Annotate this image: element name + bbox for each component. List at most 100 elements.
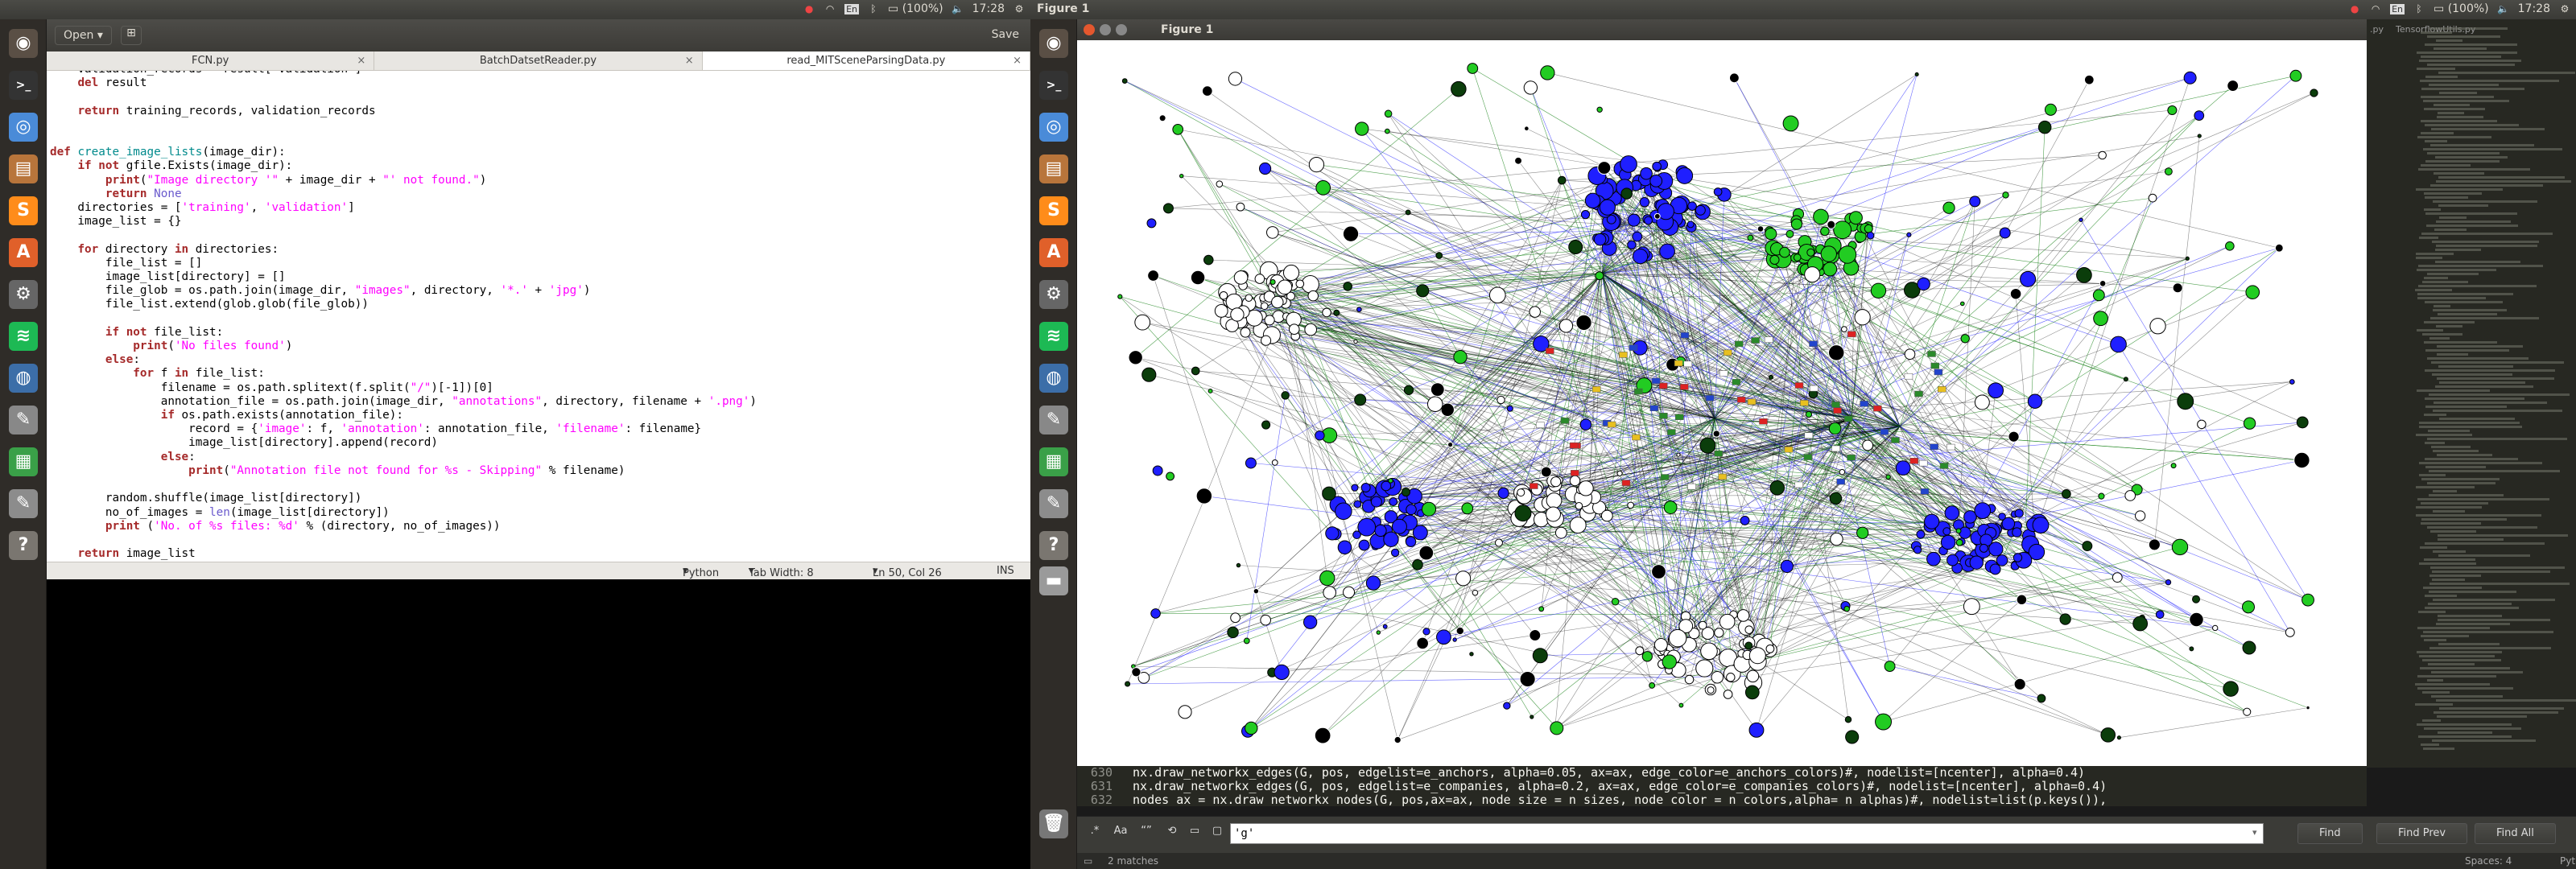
minimize-window-button[interactable] [1100, 24, 1111, 35]
syntax-indicator[interactable]: Python [2560, 855, 2576, 867]
close-window-button[interactable] [1084, 24, 1095, 35]
minimap-line [2418, 60, 2522, 62]
bluetooth-icon[interactable]: ᛒ [867, 2, 880, 15]
minimap-line [2435, 156, 2508, 159]
graph-node [1653, 637, 1668, 652]
launcher-ubuntu-dash-button[interactable]: ◉ [1035, 26, 1072, 61]
minimap-line [2417, 51, 2518, 54]
volume-icon[interactable]: 🔈 [952, 2, 964, 15]
chrome-tray-icon[interactable]: ● [803, 2, 815, 15]
panel-toggle-icon[interactable]: ▭ [1084, 855, 1092, 867]
graph-node [1946, 554, 1959, 566]
regex-toggle[interactable]: .* [1085, 825, 1104, 841]
launcher-help-button[interactable]: ? [5, 528, 42, 563]
launcher-sublime-button[interactable]: S [1035, 193, 1072, 229]
find-prev-button[interactable]: Find Prev [2376, 823, 2468, 844]
case-toggle[interactable]: Aa [1111, 825, 1130, 841]
chrome-tray-icon[interactable]: ● [2348, 2, 2361, 15]
minimap-line [2418, 611, 2446, 613]
sublime-code-lines[interactable]: 630 nx.draw_networkx_edges(G, pos, edgel… [1077, 766, 2367, 806]
maximize-window-button[interactable] [1116, 24, 1127, 35]
wrap-toggle[interactable]: ⟲ [1162, 825, 1182, 841]
launcher-editor-button[interactable]: ✎ [1035, 402, 1072, 438]
bluetooth-icon[interactable]: ᛒ [2413, 2, 2425, 15]
launcher-terminal-button[interactable]: >_ [1035, 68, 1072, 103]
close-icon[interactable]: × [1013, 51, 1022, 71]
launcher-globe-button[interactable]: ◍ [1035, 360, 1072, 396]
wifi-icon[interactable]: ◠ [2369, 2, 2382, 15]
history-dropdown-icon[interactable]: ▾ [2252, 827, 2257, 838]
code-editor[interactable]: validation_records = result['validation'… [47, 71, 1030, 578]
find-input[interactable]: 'g' [1230, 823, 2264, 844]
whole-word-toggle[interactable]: “” [1137, 825, 1156, 841]
graph-node [1862, 439, 1874, 451]
launcher-editor-button[interactable]: ✎ [5, 402, 42, 438]
graph-node [2092, 289, 2105, 302]
spreadsheet-icon: ▦ [1039, 447, 1068, 476]
launcher-spotify-button[interactable]: ≋ [5, 319, 42, 354]
flag-marker [1833, 407, 1842, 414]
gear-icon[interactable]: ⚙ [2558, 2, 2571, 15]
launcher-software-center-button[interactable]: A [5, 235, 42, 270]
clock[interactable]: 17:28 [2518, 2, 2550, 15]
flag-marker [1658, 382, 1668, 389]
open-button[interactable]: Open ▾ [55, 26, 112, 45]
cursor-position[interactable]: Ln 50, Col 26 ▾ [873, 565, 942, 579]
flag-marker [1847, 331, 1856, 338]
clock[interactable]: 17:28 [972, 2, 1005, 15]
indentation-indicator[interactable]: Spaces: 4 [2465, 855, 2512, 867]
flag-marker [1784, 446, 1794, 453]
graph-node [1653, 212, 1661, 220]
graph-node [2296, 416, 2309, 429]
launcher-settings-button[interactable]: ⚙ [5, 277, 42, 312]
keyboard-indicator[interactable]: En [2390, 3, 2405, 14]
launcher-globe-button[interactable]: ◍ [5, 360, 42, 396]
tab-read-mitsceneparsingdata[interactable]: read_MITSceneParsingData.py × [702, 51, 1030, 71]
launcher-ubuntu-dash-button[interactable]: ◉ [5, 26, 42, 61]
find-button[interactable]: Find [2297, 823, 2363, 844]
graph-node [1258, 162, 1272, 175]
launcher-trash-button[interactable]: 🗑 [1035, 806, 1072, 842]
battery-indicator[interactable]: ▭ (100%) [2434, 2, 2489, 15]
tab-width-selector[interactable]: Tab Width: 8 ▾ [749, 565, 814, 579]
launcher-text-editor-button[interactable]: ✎ [5, 486, 42, 521]
graph-node [2009, 287, 2022, 300]
close-icon[interactable]: × [685, 51, 694, 71]
launcher-spreadsheet-button[interactable]: ▦ [5, 444, 42, 480]
tab-py[interactable]: .py [2370, 24, 2384, 35]
gear-icon[interactable]: ⚙ [1013, 2, 1026, 15]
highlight-toggle[interactable]: ▢ [1208, 825, 1227, 841]
graph-node [2164, 167, 2173, 176]
find-all-button[interactable]: Find All [2475, 823, 2556, 844]
new-tab-button[interactable]: ⊞ [121, 26, 142, 45]
launcher-terminal-button[interactable]: >_ [5, 68, 42, 103]
keyboard-indicator[interactable]: En [844, 3, 859, 14]
files-icon: ▤ [9, 154, 38, 183]
language-selector[interactable]: Python ▾ [683, 565, 719, 579]
launcher-files-button[interactable]: ▤ [5, 151, 42, 187]
launcher-software-center-button[interactable]: A [1035, 235, 1072, 270]
graph-edge [1556, 677, 1718, 729]
wifi-icon[interactable]: ◠ [824, 2, 836, 15]
launcher-files-button[interactable]: ▤ [1035, 151, 1072, 187]
launcher-chrome-button[interactable]: ◎ [1035, 109, 1072, 145]
launcher-spreadsheet-button[interactable]: ▦ [1035, 444, 1072, 480]
sublime-minimap[interactable] [2415, 27, 2576, 752]
launcher-sublime-button[interactable]: S [5, 193, 42, 229]
launcher-help-button[interactable]: ? [1035, 528, 1072, 563]
graph-node [1790, 218, 1803, 230]
volume-icon[interactable]: 🔈 [2497, 2, 2510, 15]
launcher-spotify-button[interactable]: ≋ [1035, 319, 1072, 354]
launcher-text-editor-button[interactable]: ✎ [1035, 486, 1072, 521]
tab-batchdatsetreader[interactable]: BatchDatsetReader.py × [374, 51, 703, 71]
launcher-chrome-button[interactable]: ◎ [5, 109, 42, 145]
graph-node [1998, 513, 2006, 521]
save-button[interactable]: Save [992, 28, 1019, 41]
tab-fcn[interactable]: FCN.py × [47, 51, 375, 71]
launcher-settings-button[interactable]: ⚙ [1035, 277, 1072, 312]
in-selection-toggle[interactable]: ▭ [1185, 825, 1204, 841]
close-icon[interactable]: × [357, 51, 365, 71]
launcher-drive-button[interactable]: ▬ [1035, 563, 1072, 599]
battery-indicator[interactable]: ▭ (100%) [888, 2, 943, 15]
network-graph-canvas[interactable] [1079, 40, 2365, 764]
